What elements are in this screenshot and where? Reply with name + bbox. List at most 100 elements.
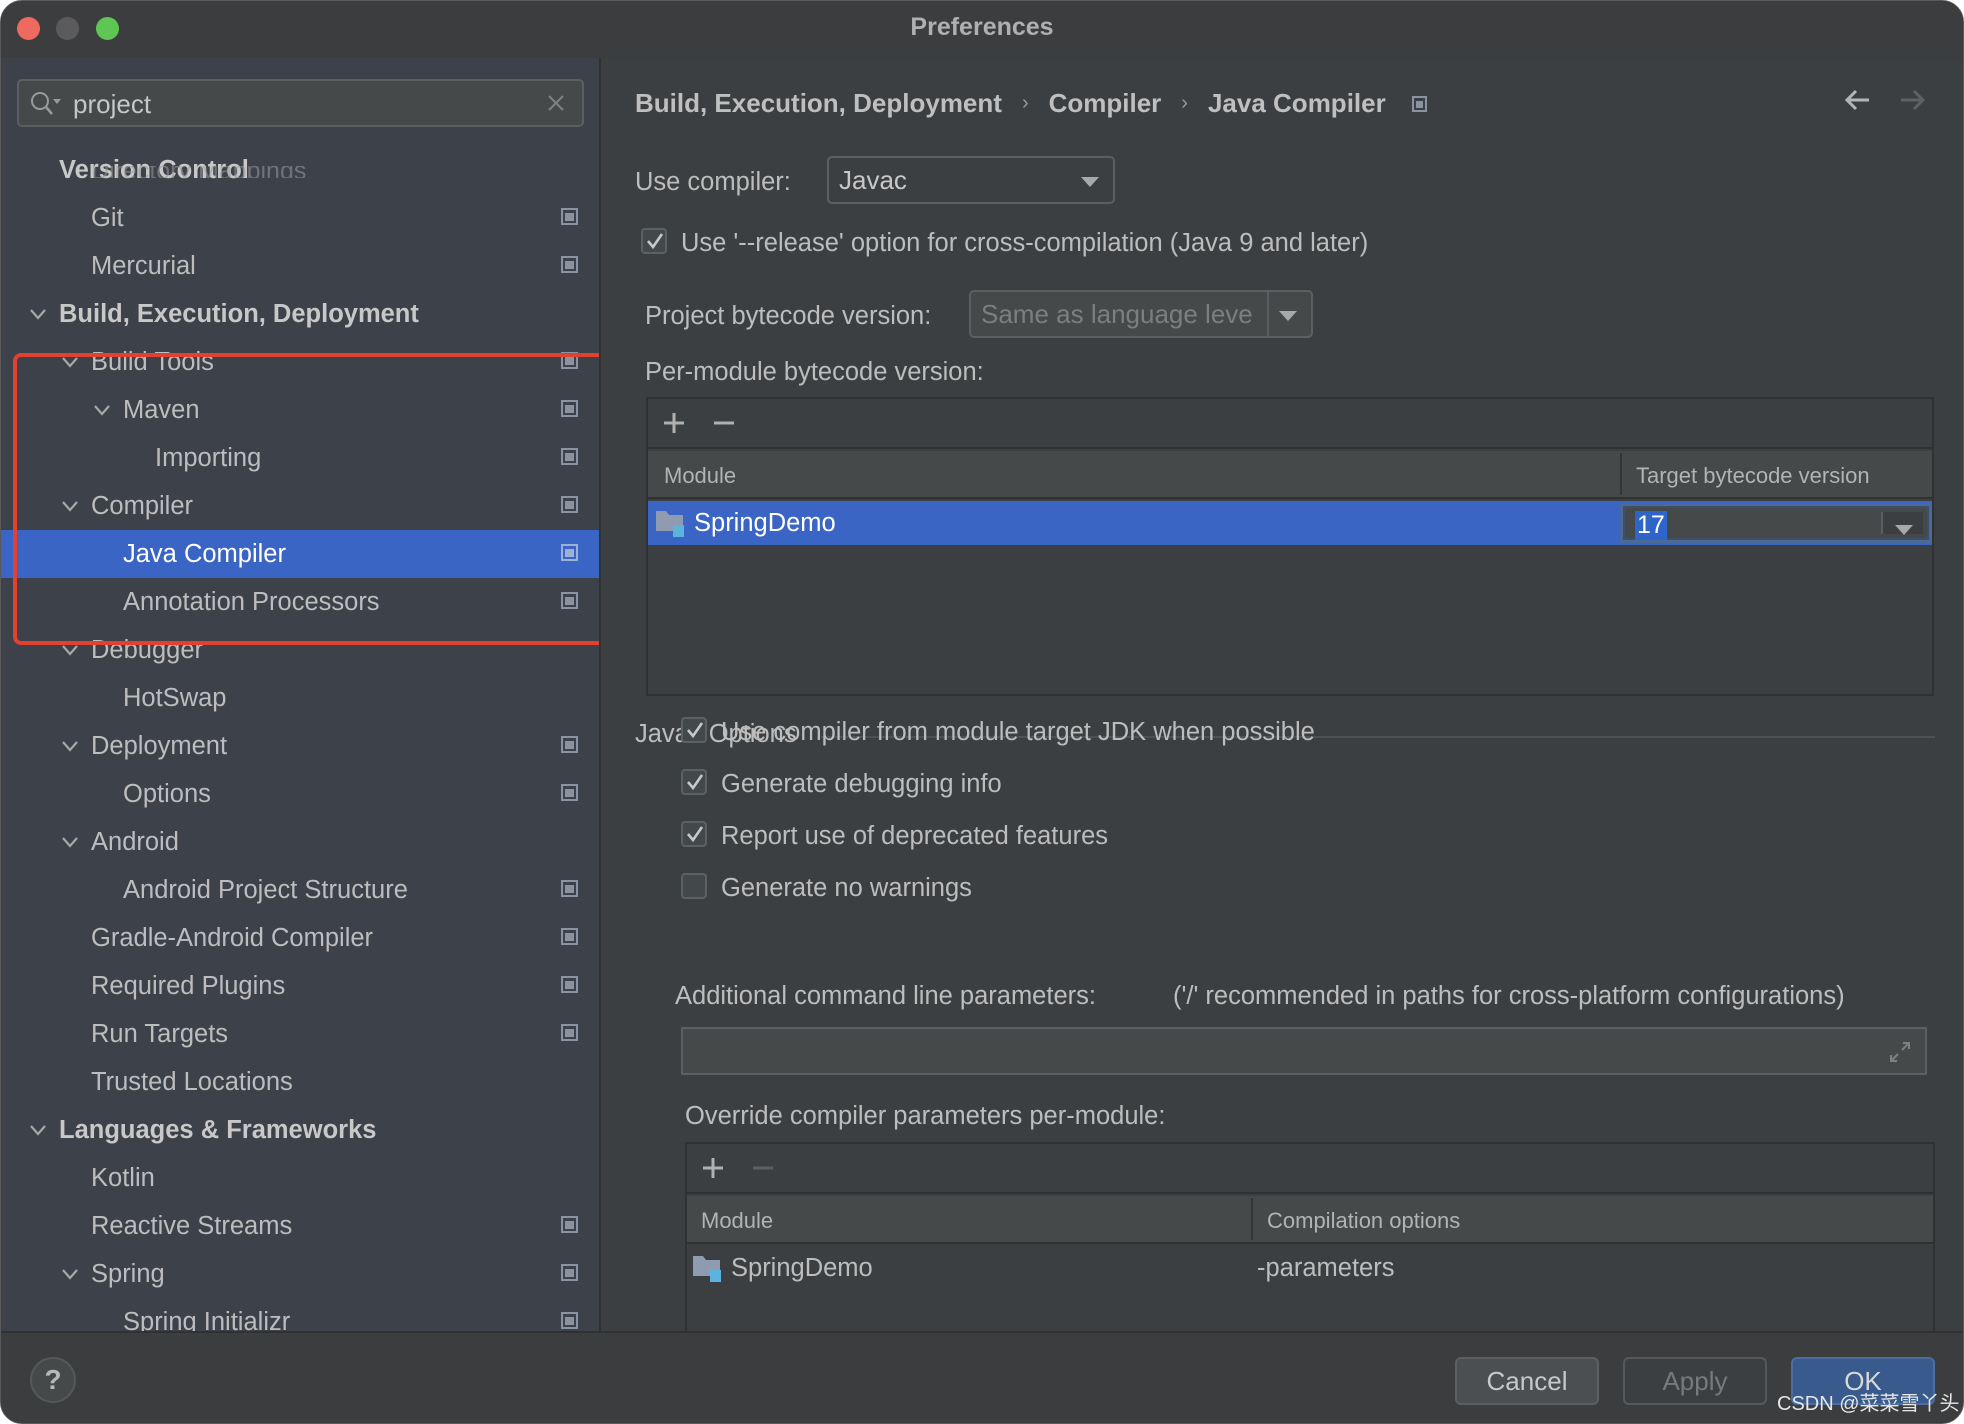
- additional-params-label: Additional command line parameters:: [675, 982, 1096, 1010]
- column-header-module[interactable]: Module: [664, 463, 736, 489]
- column-header-compilation-options[interactable]: Compilation options: [1267, 1208, 1460, 1234]
- watermark: CSDN @菜菜雪丫头: [1777, 1393, 1960, 1415]
- sidebar-item[interactable]: Debugger: [1, 626, 599, 674]
- sidebar-item-label: Spring: [91, 1260, 165, 1288]
- project-level-icon: [561, 1024, 578, 1041]
- chevron-down-icon[interactable]: [93, 404, 111, 416]
- scrolled-item-ghost: Directory Mappings: [91, 166, 306, 178]
- project-level-icon: [561, 400, 578, 417]
- dropdown-arrow-icon[interactable]: [1881, 512, 1923, 535]
- remove-icon[interactable]: [751, 1156, 775, 1180]
- sidebar-item[interactable]: Importing: [1, 434, 599, 482]
- search-icon[interactable]: [29, 90, 63, 118]
- sidebar-item[interactable]: Gradle-Android Compiler: [1, 914, 599, 962]
- help-button[interactable]: ?: [30, 1357, 76, 1403]
- sidebar-item[interactable]: Build, Execution, Deployment: [1, 290, 599, 338]
- column-divider[interactable]: [1620, 453, 1622, 495]
- project-level-icon: [561, 976, 578, 993]
- breadcrumb-item: Compiler: [1048, 88, 1162, 118]
- chevron-down-icon[interactable]: [61, 500, 79, 512]
- sidebar-item[interactable]: Reactive Streams: [1, 1202, 599, 1250]
- sidebar-item[interactable]: Languages & Frameworks: [1, 1106, 599, 1154]
- sidebar-item[interactable]: Deployment: [1, 722, 599, 770]
- sidebar-item[interactable]: HotSwap: [1, 674, 599, 722]
- sidebar-item[interactable]: Options: [1, 770, 599, 818]
- sidebar-item-label: Debugger: [91, 636, 203, 664]
- sidebar-item[interactable]: Maven: [1, 386, 599, 434]
- dialog-footer: ? Cancel Apply OK CSDN @菜菜雪丫头: [1, 1331, 1963, 1423]
- sidebar-item-label: HotSwap: [123, 684, 227, 712]
- javac-option-checkbox[interactable]: [681, 873, 707, 899]
- project-level-icon: [561, 208, 578, 225]
- sidebar-item[interactable]: Spring Initializr: [1, 1298, 599, 1331]
- sidebar-item-label: Kotlin: [91, 1164, 155, 1192]
- sidebar-item[interactable]: Trusted Locations: [1, 1058, 599, 1106]
- chevron-down-icon[interactable]: [61, 836, 79, 848]
- project-level-icon: [561, 1264, 578, 1281]
- sidebar-item[interactable]: Build Tools: [1, 338, 599, 386]
- forward-arrow-icon[interactable]: [1899, 88, 1927, 112]
- javac-option-checkbox[interactable]: [681, 821, 707, 847]
- table-row[interactable]: SpringDemo -parameters: [687, 1246, 1933, 1290]
- override-params-label: Override compiler parameters per-module:: [685, 1102, 1166, 1130]
- project-level-icon: [561, 592, 578, 609]
- sidebar-item[interactable]: Mercurial: [1, 242, 599, 290]
- sidebar-item-label: Java Compiler: [123, 540, 286, 568]
- sidebar-item[interactable]: Git: [1, 194, 599, 242]
- settings-tree: Version Control Git Mercurial Build, Execut…: [1, 146, 599, 1331]
- dropdown-divider: [1267, 292, 1269, 336]
- target-bytecode-value[interactable]: 17: [1635, 511, 1667, 540]
- compilation-options-value[interactable]: -parameters: [1257, 1254, 1394, 1283]
- apply-button[interactable]: Apply: [1623, 1357, 1767, 1405]
- javac-option-checkbox[interactable]: [681, 769, 707, 795]
- target-bytecode-editor[interactable]: 17: [1620, 503, 1932, 543]
- sidebar-item-label: Annotation Processors: [123, 588, 380, 616]
- project-bytecode-dropdown[interactable]: Same as language leve: [969, 290, 1313, 338]
- sidebar-item[interactable]: Annotation Processors: [1, 578, 599, 626]
- search-input[interactable]: [73, 87, 533, 121]
- chevron-down-icon[interactable]: [61, 356, 79, 368]
- expand-icon[interactable]: [1887, 1039, 1913, 1065]
- release-option-checkbox[interactable]: [641, 228, 667, 254]
- chevron-down-icon[interactable]: [29, 308, 47, 320]
- sidebar-item[interactable]: Run Targets: [1, 1010, 599, 1058]
- chevron-down-icon[interactable]: [29, 1124, 47, 1136]
- chevron-down-icon[interactable]: [61, 740, 79, 752]
- add-icon[interactable]: [701, 1156, 725, 1180]
- column-divider[interactable]: [1251, 1198, 1253, 1240]
- sidebar-item[interactable]: Spring: [1, 1250, 599, 1298]
- clear-search-icon[interactable]: [546, 93, 566, 113]
- checkmark-icon: [687, 722, 704, 739]
- project-level-icon: [561, 736, 578, 753]
- remove-icon[interactable]: [712, 411, 736, 435]
- chevron-down-icon[interactable]: [61, 644, 79, 656]
- sidebar-item-label: Build, Execution, Deployment: [59, 300, 419, 328]
- sidebar-item[interactable]: Android Project Structure: [1, 866, 599, 914]
- additional-params-input[interactable]: [681, 1027, 1927, 1075]
- sidebar-item-label: Maven: [123, 396, 200, 424]
- sidebar-item[interactable]: Kotlin: [1, 1154, 599, 1202]
- table-row[interactable]: SpringDemo 17: [648, 501, 1932, 545]
- column-header-module[interactable]: Module: [701, 1208, 773, 1234]
- sidebar-item[interactable]: Java Compiler: [1, 530, 599, 578]
- use-compiler-dropdown[interactable]: Javac: [827, 156, 1115, 204]
- column-header-target-bytecode[interactable]: Target bytecode version: [1636, 463, 1870, 489]
- back-arrow-icon[interactable]: [1843, 88, 1871, 112]
- sidebar-item[interactable]: Required Plugins: [1, 962, 599, 1010]
- sidebar-item[interactable]: Android: [1, 818, 599, 866]
- search-box[interactable]: [17, 79, 584, 127]
- project-level-icon: [1411, 95, 1427, 112]
- cancel-button[interactable]: Cancel: [1455, 1357, 1599, 1405]
- sidebar-item[interactable]: Compiler: [1, 482, 599, 530]
- project-level-icon: [561, 352, 578, 369]
- javac-option-checkbox[interactable]: [681, 717, 707, 743]
- breadcrumb: Build, Execution, Deployment › Compiler …: [635, 88, 1427, 119]
- sidebar-item-label: Run Targets: [91, 1020, 229, 1048]
- module-folder-icon: [656, 511, 684, 537]
- sidebar-item-label: Android Project Structure: [123, 876, 408, 904]
- add-icon[interactable]: [662, 411, 686, 435]
- sidebar-item-label: Compiler: [91, 492, 194, 520]
- per-module-bytecode-label: Per-module bytecode version:: [645, 358, 984, 386]
- project-level-icon: [561, 784, 578, 801]
- chevron-down-icon[interactable]: [61, 1268, 79, 1280]
